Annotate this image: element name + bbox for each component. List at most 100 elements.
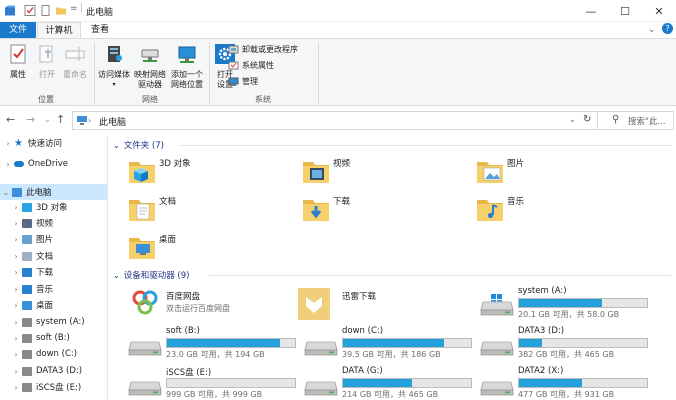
drive-name: system (A:) xyxy=(518,286,567,296)
app-item-baidu-netdisk[interactable]: 百度网盘 双击运行百度网盘 xyxy=(117,286,289,322)
minimize-button[interactable]: — xyxy=(574,0,608,22)
tab-computer[interactable]: 计算机 xyxy=(37,22,81,38)
app-item-xunlei[interactable]: 迅雷下载 xyxy=(293,286,465,322)
expand-down-chevron-icon[interactable]: ⌄ xyxy=(0,188,12,197)
folders-section-header[interactable]: ⌄ 文件夹 (7) xyxy=(113,138,673,152)
expand-chevron-icon[interactable]: › xyxy=(10,301,22,310)
properties-qat-icon[interactable] xyxy=(24,4,36,17)
expand-chevron-icon[interactable]: › xyxy=(10,367,22,376)
drive-icon xyxy=(127,334,163,356)
expand-chevron-icon[interactable]: › xyxy=(10,219,22,228)
nav-item[interactable]: ⌄ 此电脑 xyxy=(0,184,107,200)
folder-item[interactable]: 文档 xyxy=(109,192,259,228)
expand-chevron-icon[interactable]: › xyxy=(2,139,14,148)
drive-item[interactable]: soft (B:) 23.0 GB 可用，共 194 GB xyxy=(117,326,296,362)
new-folder-qat-icon[interactable] xyxy=(40,4,52,17)
breadcrumb[interactable]: 此电脑 xyxy=(99,115,126,128)
folder-name: 图片 xyxy=(507,159,525,169)
title-bar: = | 此电脑 — ☐ ✕ xyxy=(0,0,676,22)
nav-item-label: 音乐 xyxy=(36,285,54,295)
close-button[interactable]: ✕ xyxy=(642,0,676,22)
folder-qat-icon[interactable] xyxy=(55,4,67,17)
devices-section-header[interactable]: ⌄ 设备和驱动器 (9) xyxy=(113,268,673,282)
properties-button[interactable]: 属性 xyxy=(4,41,32,80)
forward-arrow-icon[interactable]: → xyxy=(26,113,35,126)
drive-usage-bar xyxy=(166,378,296,388)
expand-chevron-icon[interactable]: › xyxy=(10,350,22,359)
drive-item[interactable]: DATA3 (D:) 382 GB 可用，共 465 GB xyxy=(469,326,648,362)
nav-item[interactable]: › 音乐 xyxy=(0,281,107,297)
nav-item[interactable]: › 3D 对象 xyxy=(0,199,107,215)
drive-item[interactable]: DATA (G:) 214 GB 可用，共 465 GB xyxy=(293,366,472,400)
back-arrow-icon[interactable]: ← xyxy=(6,113,15,126)
expand-chevron-icon[interactable]: › xyxy=(10,268,22,277)
windows-drive-icon xyxy=(479,294,515,316)
address-dropdown-icon[interactable]: ⌄ xyxy=(569,115,576,124)
nav-item[interactable]: › 图片 xyxy=(0,231,107,247)
nav-item[interactable]: › down (C:) xyxy=(0,346,107,362)
maximize-button[interactable]: ☐ xyxy=(608,0,642,22)
nav-item[interactable]: › DATA3 (D:) xyxy=(0,363,107,379)
open-button[interactable]: 打开 xyxy=(34,41,60,80)
tab-file[interactable]: 文件 xyxy=(0,22,36,38)
nav-item-label: OneDrive xyxy=(28,159,68,169)
manage-button[interactable]: 管理 xyxy=(228,74,258,88)
expand-chevron-icon[interactable]: › xyxy=(2,160,14,169)
uninstall-programs-button[interactable]: 卸载或更改程序 xyxy=(228,42,298,56)
computer-icon xyxy=(77,116,87,125)
nav-item[interactable]: › 文档 xyxy=(0,248,107,264)
help-icon[interactable]: ? xyxy=(662,23,673,34)
folder-item[interactable]: 音乐 xyxy=(457,192,607,228)
nav-item[interactable]: › OneDrive xyxy=(0,156,107,172)
drive-item[interactable]: iSCS盘 (E:) 999 GB 可用，共 999 GB xyxy=(117,366,296,400)
nav-item[interactable]: › system (A:) xyxy=(0,314,107,330)
expand-chevron-icon[interactable]: › xyxy=(10,285,22,294)
drive-item[interactable]: down (C:) 39.5 GB 可用，共 186 GB xyxy=(293,326,472,362)
access-media-dropdown-icon[interactable]: ▾ xyxy=(96,80,132,90)
drive-usage-bar xyxy=(518,298,648,308)
drive-item[interactable]: system (A:) 20.1 GB 可用，共 58.0 GB xyxy=(469,286,648,322)
expand-chevron-icon[interactable]: › xyxy=(10,252,22,261)
search-input[interactable]: ⚲ 搜索"此... xyxy=(598,111,674,130)
expand-chevron-icon[interactable]: › xyxy=(10,334,22,343)
folder-item[interactable]: 视频 xyxy=(283,154,433,190)
address-field[interactable]: › 此电脑 ⌄ ↻ xyxy=(72,111,598,130)
nav-item-label: 图片 xyxy=(36,235,54,245)
nav-item-label: system (A:) xyxy=(36,317,85,327)
rename-button[interactable]: 重命名 xyxy=(60,41,90,80)
access-media-button[interactable]: 访问媒体 ▾ xyxy=(96,41,132,90)
nav-item[interactable]: › 下载 xyxy=(0,264,107,280)
drive-item[interactable]: DATA2 (X:) 477 GB 可用，共 931 GB xyxy=(469,366,648,400)
up-arrow-icon[interactable]: ↑ xyxy=(56,113,65,126)
ribbon-collapse-icon[interactable]: ⌄ xyxy=(648,25,656,35)
folder-item[interactable]: 3D 对象 xyxy=(109,154,259,190)
drive-usage-fill xyxy=(519,379,582,387)
qat-dropdown-icon[interactable]: = xyxy=(70,4,78,14)
cloud-icon xyxy=(14,161,24,167)
folder-name: 下载 xyxy=(333,197,351,207)
nav-item-label: 桌面 xyxy=(36,301,54,311)
nav-item[interactable]: › 桌面 xyxy=(0,297,107,313)
nav-item[interactable]: › iSCS盘 (E:) xyxy=(0,379,107,395)
nav-item-label: 快速访问 xyxy=(28,139,63,149)
recent-locations-icon[interactable]: ⌄ xyxy=(44,115,51,124)
folder-item[interactable]: 图片 xyxy=(457,154,607,190)
add-network-location-button[interactable]: 添加一个 网络位置 xyxy=(168,41,206,90)
ribbon-tabs: 文件 计算机 查看 ⌄ ? xyxy=(0,22,676,38)
expand-chevron-icon[interactable]: › xyxy=(10,383,22,392)
folder-item[interactable]: 桌面 xyxy=(109,230,259,266)
drive-usage-bar xyxy=(518,378,648,388)
refresh-icon[interactable]: ↻ xyxy=(583,114,591,125)
nav-item[interactable]: › soft (B:) xyxy=(0,330,107,346)
map-network-drive-button[interactable]: 映射网络 驱动器 xyxy=(132,41,168,90)
expand-chevron-icon[interactable]: › xyxy=(10,318,22,327)
expand-chevron-icon[interactable]: › xyxy=(10,235,22,244)
nav-item[interactable]: › 视频 xyxy=(0,215,107,231)
system-properties-button[interactable]: 系统属性 xyxy=(228,58,274,72)
collapse-chevron-icon: ⌄ xyxy=(113,140,120,150)
expand-chevron-icon[interactable]: › xyxy=(10,203,22,212)
nav-item[interactable]: › ★ 快速访问 xyxy=(0,136,107,151)
breadcrumb-chevron-icon[interactable]: › xyxy=(88,116,91,125)
tab-view[interactable]: 查看 xyxy=(82,22,118,38)
folder-item[interactable]: 下载 xyxy=(283,192,433,228)
